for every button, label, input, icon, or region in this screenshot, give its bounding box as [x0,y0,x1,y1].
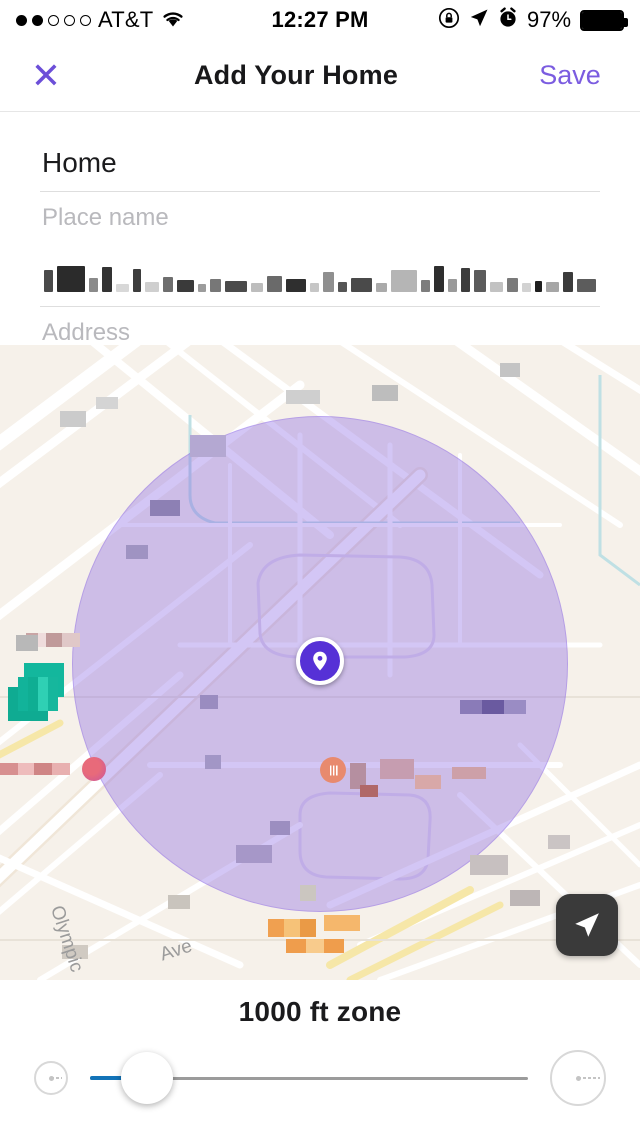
close-x-icon[interactable]: ✕ [0,57,92,94]
status-bar-right: 97% [369,7,629,34]
redacted-map-label [460,700,526,714]
signal-strength-dots [16,14,91,26]
rotation-lock-icon [438,7,460,34]
navigation-arrow-icon [575,913,599,937]
redacted-map-label [205,755,221,769]
park-icon [18,677,58,711]
redacted-map-label [270,821,290,835]
redacted-map-label [286,390,320,404]
address-value-redacted[interactable] [40,246,600,306]
redacted-map-label [126,545,148,559]
wifi-icon [160,8,186,33]
location-arrow-icon [469,8,489,33]
small-radius-icon[interactable] [34,1061,68,1095]
redacted-map-label [16,635,38,651]
fork-knife-glyph [329,765,338,775]
redacted-map-label [372,385,398,401]
redacted-map-label [200,695,218,709]
locate-me-button[interactable] [556,894,618,956]
redacted-map-label [510,890,540,906]
redacted-map-label [0,763,70,775]
slider-thumb[interactable] [120,1052,173,1104]
zone-size-control: 1000 ft zone [0,980,640,1139]
zone-radius-slider[interactable] [90,1052,528,1104]
status-bar-clock: 12:27 PM [271,7,369,32]
place-form: Home Place name Address [0,113,640,347]
redacted-map-label [470,855,508,875]
place-name-label: Place name [42,204,169,231]
battery-percent-label: 97% [526,7,572,32]
status-bar-left: AT&T [16,7,272,33]
redacted-map-label [150,500,180,516]
navigation-bar: ✕ Add Your Home Save [0,40,640,112]
redacted-map-label [60,411,86,427]
redacted-map-label [548,835,570,849]
carrier-label: AT&T [98,7,154,32]
redacted-map-label [380,759,414,779]
place-name-value[interactable]: Home [40,113,600,191]
shop-icon [82,757,106,781]
redacted-map-label [286,939,344,953]
home-location-pin[interactable] [296,637,344,685]
place-name-field[interactable]: Home Place name [40,113,600,232]
zone-size-label: 1000 ft zone [238,996,402,1027]
redacted-map-label [360,785,378,797]
alarm-clock-icon [498,7,518,33]
redacted-map-label [500,363,520,377]
address-label: Address [42,319,131,346]
map-pin-icon [313,651,327,671]
battery-full-icon [580,9,629,31]
redacted-map-label [168,895,190,909]
large-radius-icon[interactable] [550,1050,606,1106]
address-field[interactable]: Address [40,246,600,347]
save-button[interactable]: Save [500,60,640,91]
redacted-map-label [96,397,118,409]
restaurant-icon [320,757,346,783]
redacted-map-label [324,915,360,931]
phone-screen: AT&T 12:27 PM 97% ✕ Add Your Home Save H… [0,0,640,1139]
redacted-map-label [190,435,226,457]
map-view[interactable]: Olympic Ave [0,345,640,980]
redacted-map-label [236,845,272,863]
redacted-map-label [268,919,316,937]
zone-slider-row [0,1050,640,1106]
redaction-blocks [42,260,598,294]
redacted-map-label [300,885,316,901]
redacted-map-label [452,767,486,779]
page-title: Add Your Home [193,60,399,90]
status-bar: AT&T 12:27 PM 97% [0,0,640,40]
redacted-map-label [415,775,441,789]
